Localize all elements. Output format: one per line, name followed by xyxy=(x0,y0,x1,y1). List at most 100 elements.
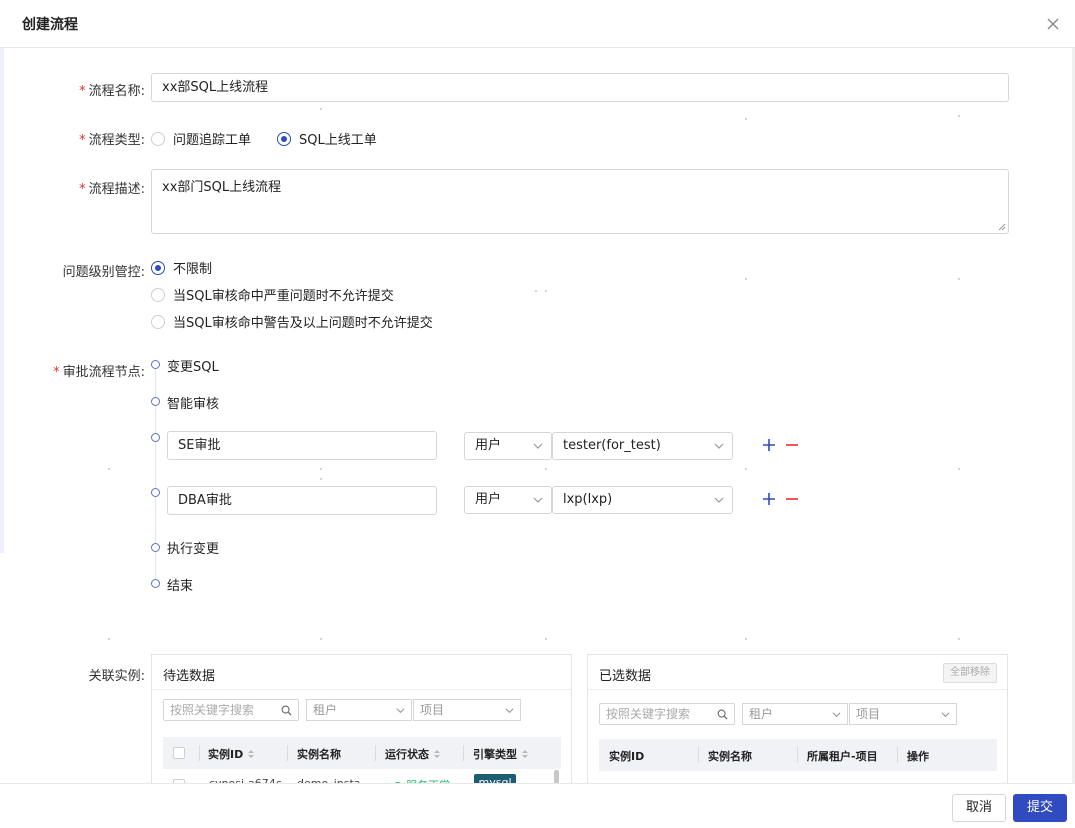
selected-title: 已选数据 xyxy=(599,669,652,684)
approver-role-select[interactable]: 用户 xyxy=(464,432,552,460)
radio-type-sql[interactable]: SQL上线工单 xyxy=(277,129,377,148)
radio-circle-checked xyxy=(277,131,291,146)
placeholder: 按照关键字搜索 xyxy=(170,703,255,717)
chevron-down-icon xyxy=(832,712,841,718)
type-label: * 流程类型: xyxy=(79,133,145,148)
approver-name-input[interactable]: SE审批 xyxy=(167,431,437,460)
remove-all-button[interactable]: 全部移除 xyxy=(943,663,997,683)
pending-panel: 待选数据 按照关键字搜索 租户 项目 实例ID 实例名称 运行状态 引擎类型 c… xyxy=(151,654,572,804)
col-instance-name: 实例名称 xyxy=(708,750,752,763)
decor-dot xyxy=(320,638,322,640)
timeline-dot xyxy=(151,433,160,442)
column-separator xyxy=(698,747,699,763)
chevron-down-icon xyxy=(533,443,543,449)
close-icon[interactable] xyxy=(1043,14,1063,34)
dialog-title: 创建流程 xyxy=(22,17,78,33)
sort-icon[interactable] xyxy=(521,749,529,759)
column-separator xyxy=(375,745,376,761)
decor-dot xyxy=(958,115,960,117)
remove-node-icon[interactable] xyxy=(784,437,800,453)
radio-label: 当SQL审核命中严重问题时不允许提交 xyxy=(173,289,394,304)
chevron-down-icon xyxy=(396,708,405,714)
selected-panel: 已选数据 全部移除 按照关键字搜索 租户 项目 实例ID 实例名称 所属租户-项… xyxy=(587,654,1008,804)
selected-search-input[interactable]: 按照关键字搜索 xyxy=(599,703,735,725)
select-value: tester(for_test) xyxy=(563,438,661,453)
col-instance-id[interactable]: 实例ID xyxy=(208,746,255,762)
select-all-checkbox[interactable] xyxy=(173,747,185,759)
pending-project-select[interactable]: 项目 xyxy=(413,699,521,721)
search-icon[interactable] xyxy=(717,709,728,720)
radio-level-severe[interactable]: 当SQL审核命中严重问题时不允许提交 xyxy=(151,285,394,304)
name-label: * 流程名称: xyxy=(79,84,145,99)
decor-dot xyxy=(320,108,322,110)
radio-label: 当SQL审核命中警告及以上问题时不允许提交 xyxy=(173,316,433,331)
left-accent-bar xyxy=(0,48,4,553)
decor-dot xyxy=(545,468,547,470)
col-engine-type[interactable]: 引擎类型 xyxy=(473,746,529,762)
col-run-status[interactable]: 运行状态 xyxy=(385,746,441,762)
timeline-dot xyxy=(151,397,160,406)
col-instance-id: 实例ID xyxy=(609,750,645,763)
decor-dot xyxy=(108,468,110,470)
selected-project-select[interactable]: 项目 xyxy=(849,703,957,725)
pending-search-input[interactable]: 按照关键字搜索 xyxy=(163,699,299,721)
col-tenant-project: 所属租户-项目 xyxy=(807,750,878,763)
decor-dot xyxy=(958,638,960,640)
chevron-down-icon xyxy=(941,712,950,718)
chevron-down-icon xyxy=(533,497,543,503)
desc-text: xx部门SQL上线流程 xyxy=(162,180,282,195)
approver-user-select[interactable]: lxp(lxp) xyxy=(552,486,733,514)
approver-user-select[interactable]: tester(for_test) xyxy=(552,432,733,460)
approver-role-select[interactable]: 用户 xyxy=(464,486,552,514)
decor-dot xyxy=(545,290,547,292)
dialog-footer: 取消 提交 xyxy=(0,783,1075,828)
flow-name-input[interactable]: xx部SQL上线流程 xyxy=(151,73,1009,102)
radio-type-issue[interactable]: 问题追踪工单 xyxy=(151,129,251,148)
sort-icon[interactable] xyxy=(433,749,441,759)
radio-level-unlimited[interactable]: 不限制 xyxy=(151,258,212,277)
selected-tenant-select[interactable]: 租户 xyxy=(742,703,848,725)
dialog-header: 创建流程 xyxy=(0,0,1075,48)
decor-dot xyxy=(535,290,537,292)
col-instance-name: 实例名称 xyxy=(297,748,341,761)
node-end: 结束 xyxy=(167,579,194,594)
radio-circle-checked xyxy=(151,260,165,275)
radio-level-warning[interactable]: 当SQL审核命中警告及以上问题时不允许提交 xyxy=(151,312,433,331)
column-separator xyxy=(463,745,464,761)
node-change-sql: 变更SQL xyxy=(167,360,219,375)
approver-name-input[interactable]: DBA审批 xyxy=(167,486,437,515)
column-separator xyxy=(287,745,288,761)
placeholder: 项目 xyxy=(856,707,881,721)
radio-circle xyxy=(151,131,165,146)
decor-dot xyxy=(958,278,960,280)
chevron-down-icon xyxy=(714,497,724,503)
radio-label: SQL上线工单 xyxy=(299,133,377,148)
timeline-dot xyxy=(151,579,160,588)
pending-tenant-select[interactable]: 租户 xyxy=(306,699,412,721)
level-label: 问题级别管控: xyxy=(62,265,145,280)
decor-dot xyxy=(108,638,110,640)
sort-icon[interactable] xyxy=(247,749,255,759)
add-node-icon[interactable] xyxy=(761,437,777,453)
select-value: 用户 xyxy=(475,438,502,453)
chevron-down-icon xyxy=(505,708,514,714)
flow-desc-textarea[interactable]: xx部门SQL上线流程 xyxy=(151,169,1009,234)
resize-grip-icon[interactable] xyxy=(998,223,1006,231)
decor-dot xyxy=(320,468,322,470)
select-value: 用户 xyxy=(475,492,502,507)
add-node-icon[interactable] xyxy=(761,491,777,507)
placeholder: 租户 xyxy=(749,707,774,721)
remove-node-icon[interactable] xyxy=(784,491,800,507)
desc-label: * 流程描述: xyxy=(79,182,145,197)
submit-button[interactable]: 提交 xyxy=(1013,794,1067,822)
search-icon[interactable] xyxy=(281,705,292,716)
radio-label: 问题追踪工单 xyxy=(173,133,252,148)
cancel-button[interactable]: 取消 xyxy=(952,794,1006,822)
divider xyxy=(152,689,571,690)
decor-dot xyxy=(545,638,547,640)
node-smart-audit: 智能审核 xyxy=(167,397,220,412)
placeholder: 按照关键字搜索 xyxy=(606,707,691,721)
column-separator xyxy=(199,745,200,761)
node-execute: 执行变更 xyxy=(167,542,220,557)
timeline-dot xyxy=(151,360,160,369)
